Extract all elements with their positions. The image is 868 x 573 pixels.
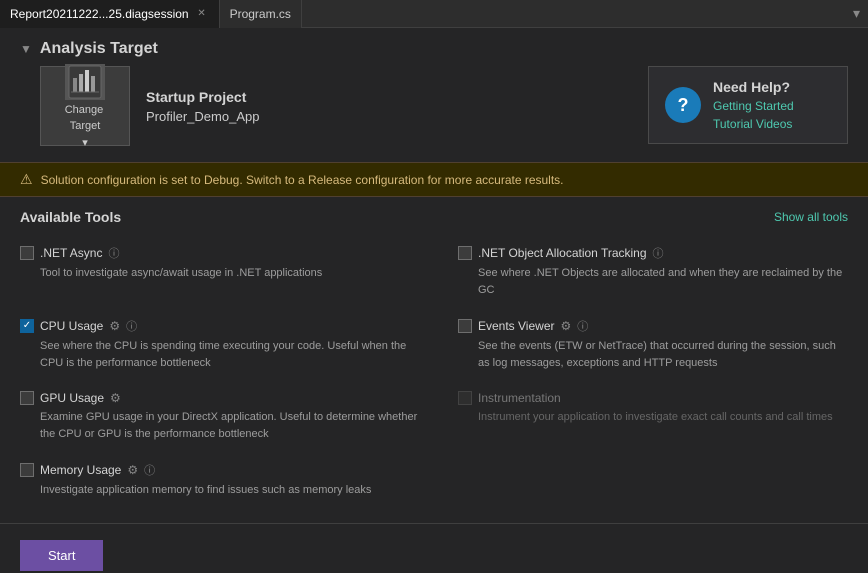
tool-dotnet-object-allocation-info-icon[interactable]: ⓘ [653, 245, 664, 261]
warning-text: Solution configuration is set to Debug. … [41, 173, 564, 187]
help-icon: ? [665, 87, 701, 123]
help-text: Need Help? Getting Started Tutorial Vide… [713, 79, 794, 131]
tool-cpu-usage-header: CPU Usage ⚙ ⓘ [20, 318, 422, 334]
main-content: ▼ Analysis Target Change [0, 28, 868, 573]
tab-actions: ▾ [849, 3, 868, 24]
tool-dotnet-async-desc: Tool to investigate async/await usage in… [20, 265, 422, 282]
tab-diagsession-close[interactable]: ✕ [195, 7, 209, 21]
startup-project-box: Change Target ▾ Startup Project Profiler… [40, 66, 628, 146]
change-target-icon [65, 64, 105, 100]
change-target-sublabel: Target [70, 120, 101, 132]
tool-instrumentation-desc: Instrument your application to investiga… [458, 409, 848, 426]
tool-dotnet-object-allocation: .NET Object Allocation Tracking ⓘ See wh… [434, 237, 848, 310]
getting-started-link[interactable]: Getting Started [713, 99, 794, 113]
tool-gpu-usage: GPU Usage ⚙ Examine GPU usage in your Di… [20, 383, 434, 454]
tab-program-cs-label: Program.cs [230, 7, 291, 21]
show-all-tools-link[interactable]: Show all tools [774, 210, 848, 224]
tool-memory-usage-gear-icon[interactable]: ⚙ [127, 463, 138, 477]
tool-events-viewer-gear-icon[interactable]: ⚙ [560, 319, 571, 333]
tab-chevron-icon[interactable]: ▾ [849, 3, 864, 24]
tool-memory-usage-desc: Investigate application memory to find i… [20, 482, 422, 499]
tool-gpu-usage-gear-icon[interactable]: ⚙ [110, 391, 121, 405]
tool-dotnet-object-allocation-desc: See where .NET Objects are allocated and… [458, 265, 848, 298]
analysis-target-title: Analysis Target [40, 40, 158, 58]
tool-memory-usage-checkbox[interactable] [20, 463, 34, 477]
tool-events-viewer-info-icon[interactable]: ⓘ [577, 318, 588, 334]
tool-events-viewer-desc: See the events (ETW or NetTrace) that oc… [458, 338, 848, 371]
startup-project-name: Profiler_Demo_App [146, 109, 259, 124]
help-title: Need Help? [713, 79, 794, 95]
tool-cpu-usage-checkbox[interactable] [20, 319, 34, 333]
tool-events-viewer-header: Events Viewer ⚙ ⓘ [458, 318, 848, 334]
tool-dotnet-object-allocation-header: .NET Object Allocation Tracking ⓘ [458, 245, 848, 261]
tool-dotnet-async-header: .NET Async ⓘ [20, 245, 422, 261]
warning-bar: ⚠ Solution configuration is set to Debug… [0, 162, 868, 197]
tool-instrumentation: Instrumentation Instrument your applicat… [434, 383, 848, 454]
tool-memory-usage-info-icon[interactable]: ⓘ [144, 462, 155, 478]
tab-diagsession[interactable]: Report20211222...25.diagsession ✕ [0, 0, 220, 28]
tool-events-viewer-checkbox[interactable] [458, 319, 472, 333]
tools-section: Available Tools Show all tools .NET Asyn… [0, 197, 868, 523]
tools-title: Available Tools [20, 209, 121, 225]
tab-diagsession-label: Report20211222...25.diagsession [10, 7, 189, 21]
tool-cpu-usage-desc: See where the CPU is spending time execu… [20, 338, 422, 371]
tools-grid: .NET Async ⓘ Tool to investigate async/a… [20, 237, 848, 511]
analysis-target-header: ▼ Analysis Target [0, 28, 868, 66]
tool-dotnet-async-name: .NET Async [40, 246, 102, 260]
tool-instrumentation-header: Instrumentation [458, 391, 848, 405]
startup-project-title: Startup Project [146, 89, 259, 105]
tool-dotnet-async-info-icon[interactable]: ⓘ [108, 245, 119, 261]
tool-dotnet-object-allocation-name: .NET Object Allocation Tracking [478, 246, 647, 260]
tools-header: Available Tools Show all tools [20, 209, 848, 225]
tab-program-cs[interactable]: Program.cs [220, 0, 302, 28]
tool-instrumentation-name: Instrumentation [478, 391, 561, 405]
tool-events-viewer: Events Viewer ⚙ ⓘ See the events (ETW or… [434, 310, 848, 383]
tool-events-viewer-name: Events Viewer [478, 319, 554, 333]
tool-memory-usage-header: Memory Usage ⚙ ⓘ [20, 462, 422, 478]
tab-bar: Report20211222...25.diagsession ✕ Progra… [0, 0, 868, 28]
profiler-icon [67, 64, 103, 100]
tool-cpu-usage-name: CPU Usage [40, 319, 103, 333]
tool-cpu-usage-gear-icon[interactable]: ⚙ [109, 319, 120, 333]
collapse-arrow-icon[interactable]: ▼ [20, 42, 32, 56]
tool-dotnet-async-checkbox[interactable] [20, 246, 34, 260]
tool-cpu-usage-info-icon[interactable]: ⓘ [126, 318, 137, 334]
change-target-button[interactable]: Change Target ▾ [40, 66, 130, 146]
tool-cpu-usage: CPU Usage ⚙ ⓘ See where the CPU is spend… [20, 310, 434, 383]
tool-gpu-usage-name: GPU Usage [40, 391, 104, 405]
tool-dotnet-async: .NET Async ⓘ Tool to investigate async/a… [20, 237, 434, 310]
tool-instrumentation-checkbox[interactable] [458, 391, 472, 405]
tool-dotnet-object-allocation-checkbox[interactable] [458, 246, 472, 260]
tool-gpu-usage-checkbox[interactable] [20, 391, 34, 405]
startup-project-info: Startup Project Profiler_Demo_App [146, 89, 259, 124]
help-box: ? Need Help? Getting Started Tutorial Vi… [648, 66, 848, 144]
analysis-target-body: Change Target ▾ Startup Project Profiler… [0, 66, 868, 162]
tool-placeholder [434, 454, 848, 511]
tutorial-videos-link[interactable]: Tutorial Videos [713, 117, 794, 131]
warning-icon: ⚠ [20, 171, 33, 188]
tool-gpu-usage-header: GPU Usage ⚙ [20, 391, 422, 405]
tool-memory-usage: Memory Usage ⚙ ⓘ Investigate application… [20, 454, 434, 511]
start-area: Start [0, 523, 868, 573]
change-target-label: Change [65, 104, 106, 116]
start-button[interactable]: Start [20, 540, 103, 571]
change-target-dropdown-icon: ▾ [82, 136, 88, 149]
tool-memory-usage-name: Memory Usage [40, 463, 121, 477]
tool-gpu-usage-desc: Examine GPU usage in your DirectX applic… [20, 409, 422, 442]
